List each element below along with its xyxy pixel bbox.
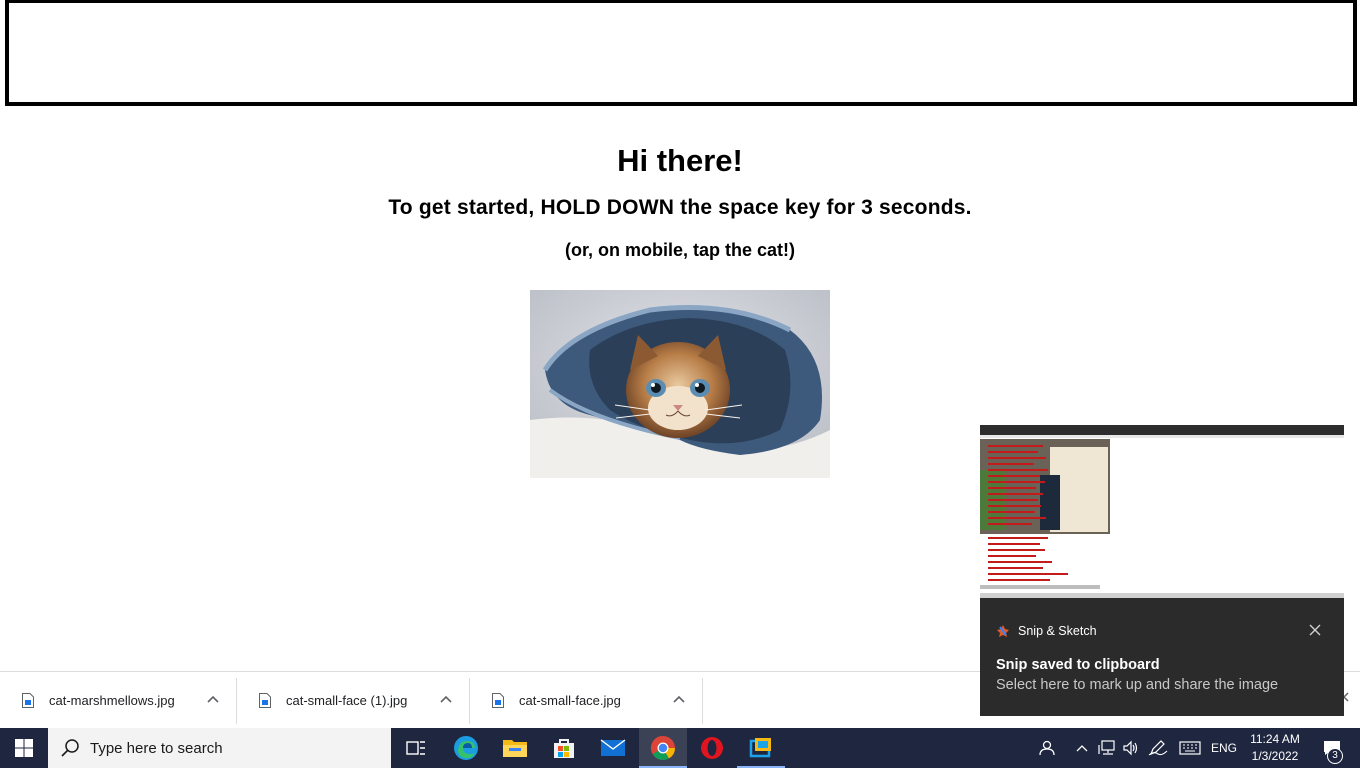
edge-icon: [454, 736, 478, 760]
opera-icon: [701, 737, 723, 759]
taskbar-app-edge[interactable]: [442, 728, 490, 768]
task-view-button[interactable]: [392, 728, 440, 768]
touch-keyboard-button[interactable]: [1175, 728, 1205, 768]
snip-sketch-icon: [749, 738, 771, 758]
task-view-icon: [406, 741, 425, 755]
taskbar-app-file-explorer[interactable]: [491, 728, 539, 768]
chevron-up-icon[interactable]: [205, 692, 221, 708]
download-filename: cat-small-face (1).jpg: [286, 692, 408, 708]
snip-preview-image: [980, 425, 1344, 598]
start-button[interactable]: [0, 728, 48, 768]
download-item[interactable]: cat-small-face (1).jpg: [237, 672, 469, 728]
image-file-icon: [22, 692, 34, 708]
download-filename: cat-marshmellows.jpg: [49, 692, 175, 708]
network-icon: [1098, 740, 1115, 755]
image-file-icon: [492, 692, 504, 708]
store-icon: [554, 739, 574, 758]
top-bordered-frame: [5, 0, 1357, 106]
taskbar-app-snip-sketch[interactable]: [737, 728, 785, 768]
show-hidden-icons-button[interactable]: [1072, 728, 1092, 768]
snip-sketch-app-icon: [997, 625, 1009, 637]
mobile-hint-text: (or, on mobile, tap the cat!): [564, 240, 795, 260]
clock-date: 1/3/2022: [1251, 749, 1299, 763]
pen-icon: [1148, 740, 1168, 756]
download-filename: cat-small-face.jpg: [519, 692, 621, 708]
cat-image[interactable]: [530, 290, 830, 478]
download-item[interactable]: cat-small-face.jpg: [470, 672, 702, 728]
volume-icon: [1123, 740, 1138, 756]
clock-time: 11:24 AM: [1250, 732, 1300, 746]
taskbar-app-chrome[interactable]: [639, 728, 687, 768]
download-separator: [702, 678, 703, 724]
main-content: Hi there! To get started, HOLD DOWN the …: [0, 140, 1360, 262]
taskbar-app-opera[interactable]: [688, 728, 736, 768]
chevron-up-icon: [1076, 745, 1088, 752]
windows-taskbar: Type here to search ENG 11:24 AM 1/3/202…: [0, 728, 1360, 768]
toast-body: Select here to mark up and share the ima…: [996, 677, 1279, 693]
language-indicator: ENG: [1210, 741, 1237, 755]
close-icon[interactable]: [1308, 623, 1322, 637]
snip-notification-toast[interactable]: Snip & Sketch Snip saved to clipboard Se…: [980, 425, 1344, 716]
volume-button[interactable]: [1120, 728, 1142, 768]
folder-icon: [503, 740, 527, 757]
input-language-button[interactable]: ENG: [1207, 728, 1241, 768]
keyboard-icon: [1179, 741, 1201, 755]
taskbar-search-box[interactable]: Type here to search: [48, 728, 391, 768]
pen-workspace-button[interactable]: [1146, 728, 1170, 768]
network-button[interactable]: [1096, 728, 1118, 768]
search-icon: [61, 739, 79, 757]
people-icon: [1039, 740, 1055, 756]
chrome-icon: [650, 736, 675, 761]
chevron-up-icon[interactable]: [671, 692, 687, 708]
cat-illustration: [530, 290, 830, 478]
windows-logo-icon: [15, 739, 33, 757]
toast-header: Snip & Sketch: [996, 624, 1097, 638]
toast-title: Snip saved to clipboard: [996, 657, 1160, 673]
chevron-up-icon[interactable]: [438, 692, 454, 708]
download-item[interactable]: cat-marshmellows.jpg: [0, 672, 236, 728]
mail-icon: [600, 739, 626, 756]
taskbar-app-mail[interactable]: [589, 728, 637, 768]
search-placeholder: Type here to search: [90, 739, 223, 757]
people-button[interactable]: [1034, 728, 1060, 768]
notification-count-badge: 3: [1327, 748, 1343, 764]
image-file-icon: [259, 692, 271, 708]
page-heading: Hi there!: [617, 143, 743, 178]
toast-app-name: Snip & Sketch: [1018, 624, 1097, 638]
instruction-text: To get started, HOLD DOWN the space key …: [388, 196, 972, 219]
taskbar-app-store[interactable]: [540, 728, 588, 768]
taskbar-clock[interactable]: 11:24 AM 1/3/2022: [1246, 731, 1304, 765]
snip-thumbnail: [980, 425, 1344, 598]
